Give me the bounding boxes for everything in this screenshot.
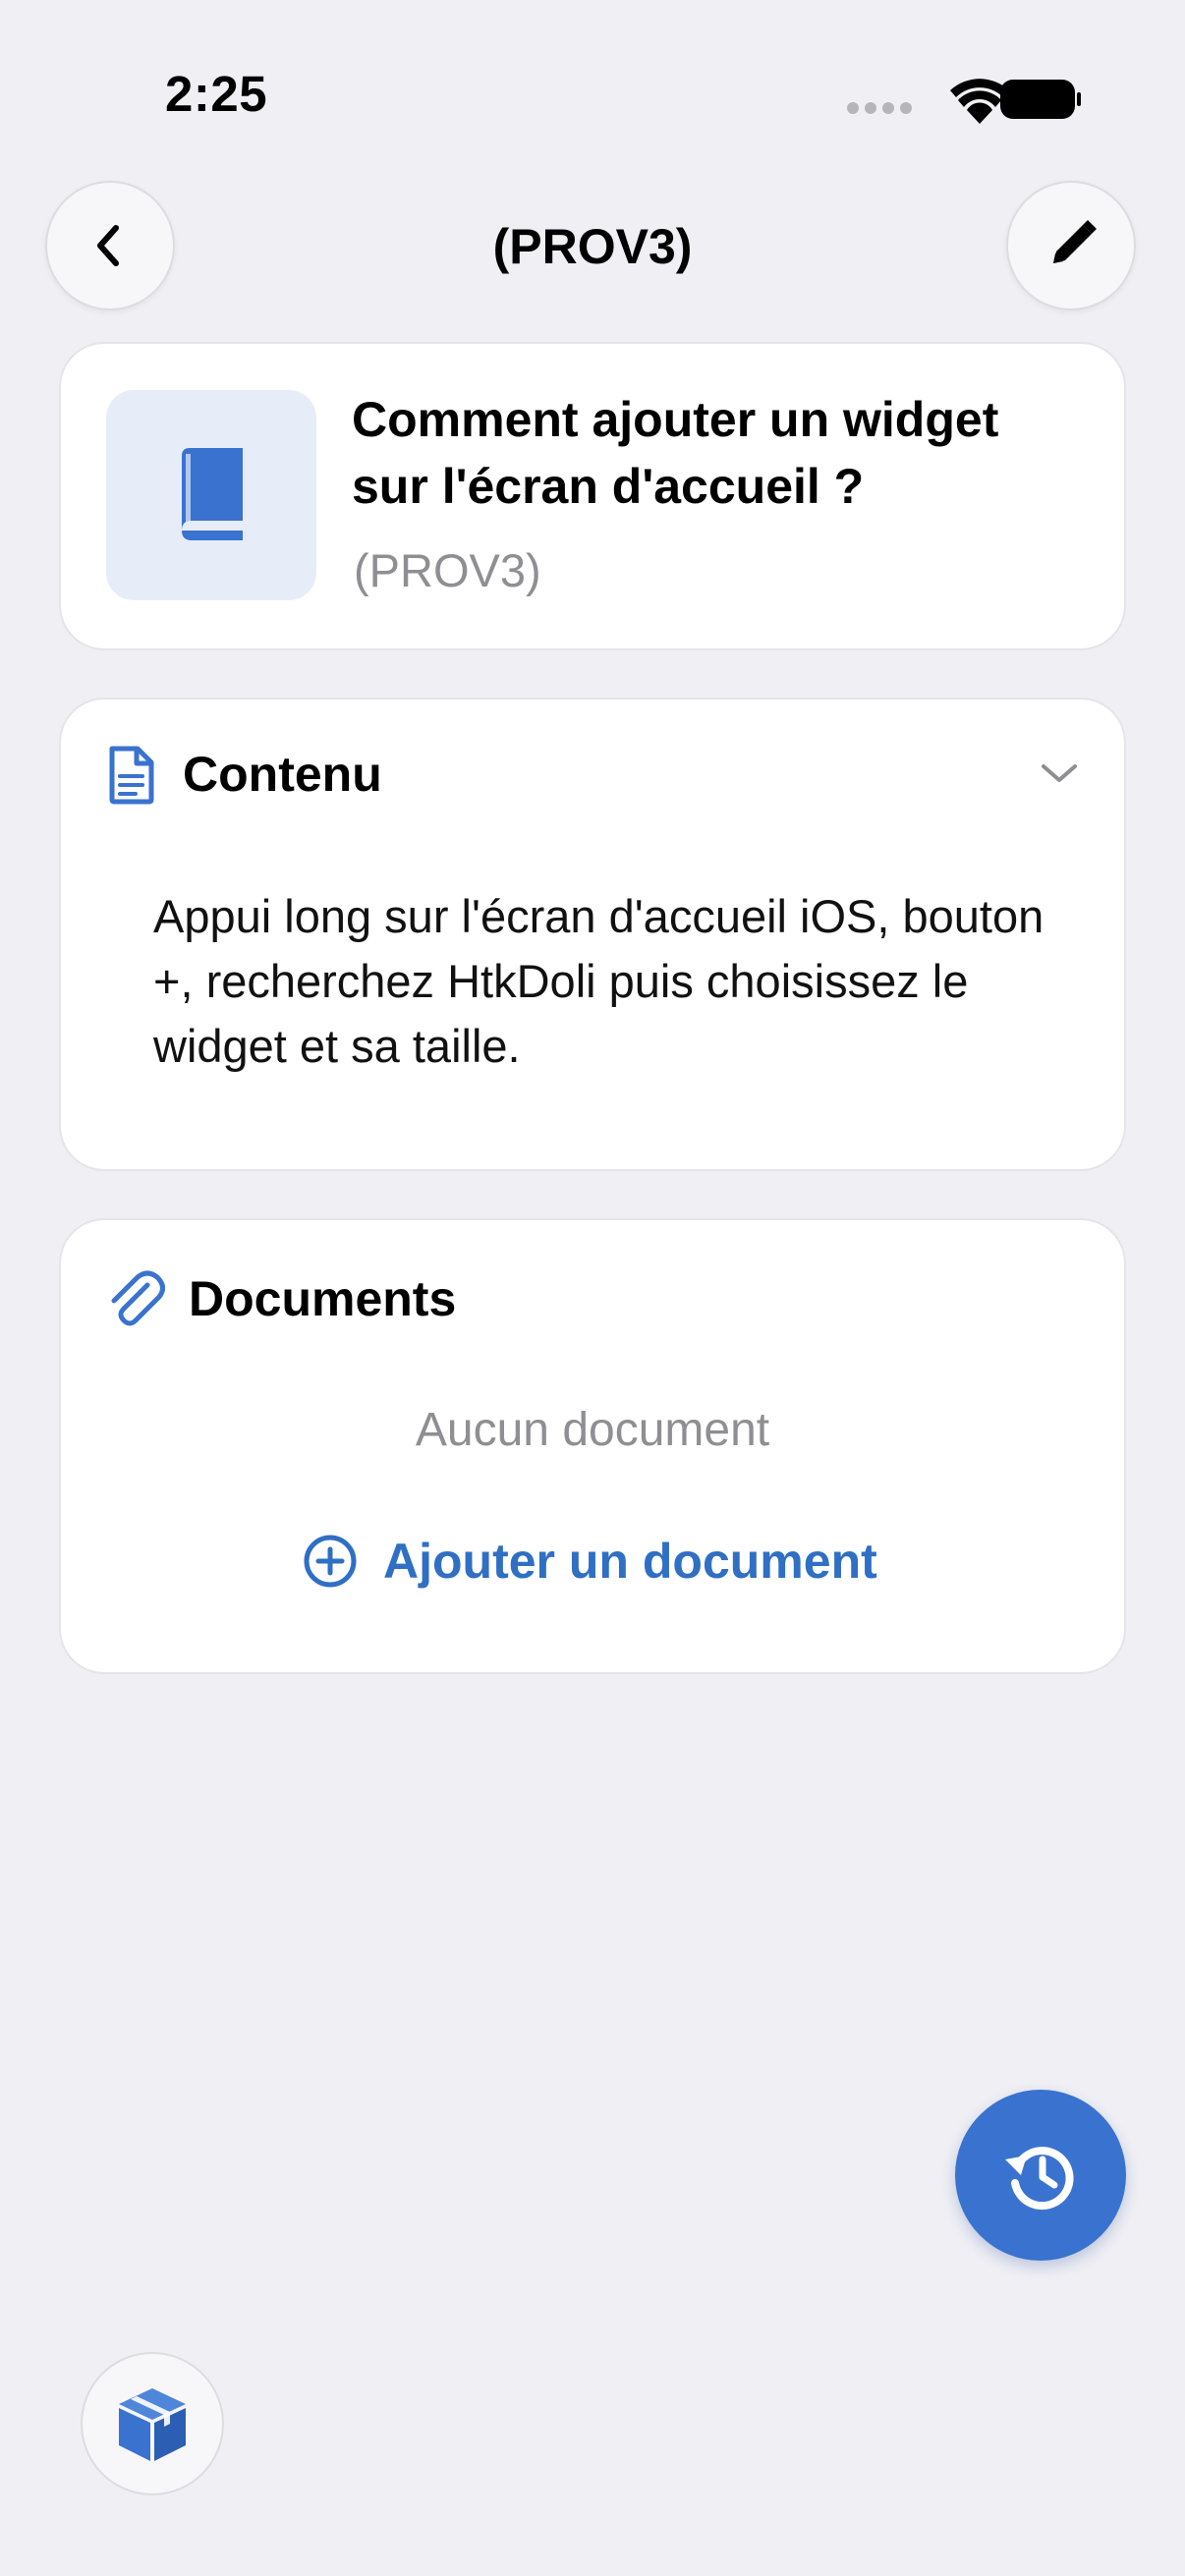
page-title: (PROV3) [492,219,693,274]
book-icon [182,448,243,540]
back-button[interactable] [45,181,175,310]
pencil-icon [1053,220,1097,263]
history-icon [1005,2147,1074,2211]
edit-button[interactable] [1006,181,1136,310]
cube-icon [119,2388,186,2461]
header-icon-box [106,390,316,600]
article-title: Comment ajouter un widget sur l'écran d'… [352,392,999,514]
paperclip-icon [106,1267,165,1330]
products-button[interactable] [81,2352,224,2495]
status-indicators [845,69,1081,128]
content-body: Appui long sur l'écran d'accueil iOS, bo… [153,890,1044,1072]
add-document-button[interactable]: Ajouter un document [303,1533,877,1590]
add-document-label: Ajouter un document [383,1534,877,1589]
content-section-title: Contenu [183,747,382,802]
battery-icon [1000,80,1081,119]
chevron-left-icon [97,225,119,266]
chevron-down-icon [1042,764,1077,782]
document-icon [106,745,157,806]
article-reference: (PROV3) [354,544,541,596]
history-button[interactable] [955,2090,1126,2261]
status-time: 2:25 [165,66,268,122]
status-icons [847,79,1081,124]
content-toggle-button[interactable] [1040,758,1079,788]
signal-icon [847,102,859,114]
plus-circle-icon [304,1535,357,1588]
documents-section-title: Documents [189,1271,457,1326]
empty-state-text: Aucun document [415,1404,770,1456]
